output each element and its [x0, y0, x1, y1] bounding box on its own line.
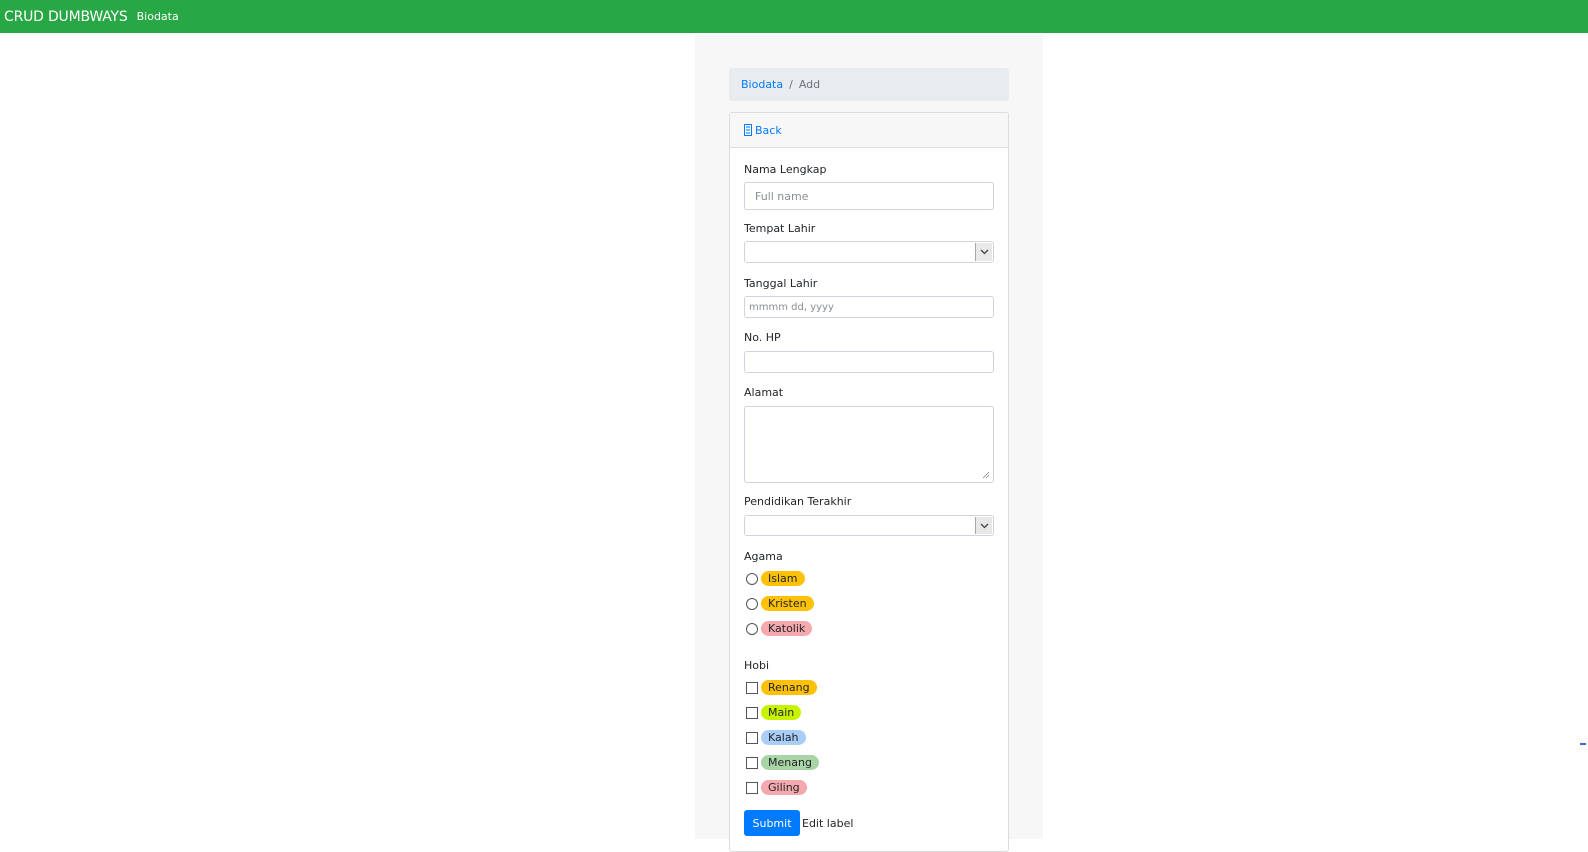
tempat-lahir-label: Tempat Lahir: [744, 222, 816, 235]
back-label: Back: [755, 123, 782, 137]
hobi-option[interactable]: Menang: [746, 755, 819, 770]
main-container: Biodata / Add Back Nama Lengkap Full nam…: [695, 35, 1043, 852]
agama-badge: Kristen: [761, 596, 814, 611]
tanggal-lahir-input[interactable]: mmmm dd, yyyy: [744, 296, 994, 318]
nama-label: Nama Lengkap: [744, 163, 827, 176]
agama-option[interactable]: Katolik: [746, 621, 813, 636]
alamat-label: Alamat: [744, 386, 784, 399]
form-card: Back Nama Lengkap Full name Tempat Lahir…: [729, 112, 1009, 852]
document-icon: [744, 124, 752, 136]
checkbox[interactable]: [746, 756, 758, 769]
agama-label: Agama: [744, 550, 783, 563]
agama-badge: Katolik: [761, 621, 813, 636]
navbar: CRUD DUMBWAYS Biodata: [0, 0, 1588, 33]
no-hp-input[interactable]: [744, 351, 994, 373]
card-header: Back: [730, 113, 1008, 148]
tanggal-lahir-placeholder: mmmm dd, yyyy: [749, 301, 834, 313]
agama-option[interactable]: Kristen: [746, 596, 814, 611]
tanggal-lahir-label: Tanggal Lahir: [744, 277, 818, 290]
checkbox[interactable]: [746, 706, 758, 719]
breadcrumb-separator: /: [789, 78, 793, 91]
nav-link-biodata[interactable]: Biodata: [137, 10, 179, 23]
navbar-brand[interactable]: CRUD DUMBWAYS: [4, 9, 128, 25]
breadcrumb-link-biodata[interactable]: Biodata: [741, 78, 783, 91]
hobi-option[interactable]: Giling: [746, 780, 807, 795]
hobi-option[interactable]: Kalah: [746, 730, 806, 745]
nama-placeholder: Full name: [755, 189, 809, 203]
back-link[interactable]: Back: [744, 124, 782, 137]
hobi-option[interactable]: Renang: [746, 680, 817, 695]
nama-input[interactable]: Full name: [744, 182, 994, 210]
radio-button[interactable]: [746, 622, 758, 635]
tempat-lahir-select[interactable]: [744, 241, 994, 263]
radio-button[interactable]: [746, 572, 758, 585]
hobi-badge: Giling: [761, 780, 807, 795]
submit-button[interactable]: Submit: [744, 810, 800, 836]
breadcrumb-current: Add: [798, 78, 821, 91]
radio-button[interactable]: [746, 597, 758, 610]
chevron-down-icon[interactable]: [975, 243, 992, 261]
cursor-mark-icon: [1580, 743, 1586, 745]
chevron-down-icon[interactable]: [975, 517, 992, 534]
breadcrumb: Biodata / Add: [729, 68, 1009, 101]
hobi-label: Hobi: [744, 659, 770, 672]
agama-option[interactable]: Islam: [746, 571, 805, 586]
edit-label-link[interactable]: Edit label: [802, 817, 853, 830]
no-hp-label: No. HP: [744, 331, 781, 344]
resize-grip-icon[interactable]: [982, 471, 990, 479]
alamat-textarea[interactable]: [744, 406, 994, 483]
checkbox[interactable]: [746, 731, 758, 744]
hobi-badge: Menang: [761, 755, 819, 770]
checkbox[interactable]: [746, 781, 758, 794]
hobi-option[interactable]: Main: [746, 705, 802, 720]
hobi-badge: Main: [761, 705, 802, 720]
hobi-badge: Renang: [761, 680, 817, 695]
agama-badge: Islam: [761, 571, 805, 586]
hobi-badge: Kalah: [761, 730, 806, 745]
checkbox[interactable]: [746, 681, 758, 694]
pendidikan-select[interactable]: [744, 515, 994, 536]
pendidikan-label: Pendidikan Terakhir: [744, 495, 852, 508]
